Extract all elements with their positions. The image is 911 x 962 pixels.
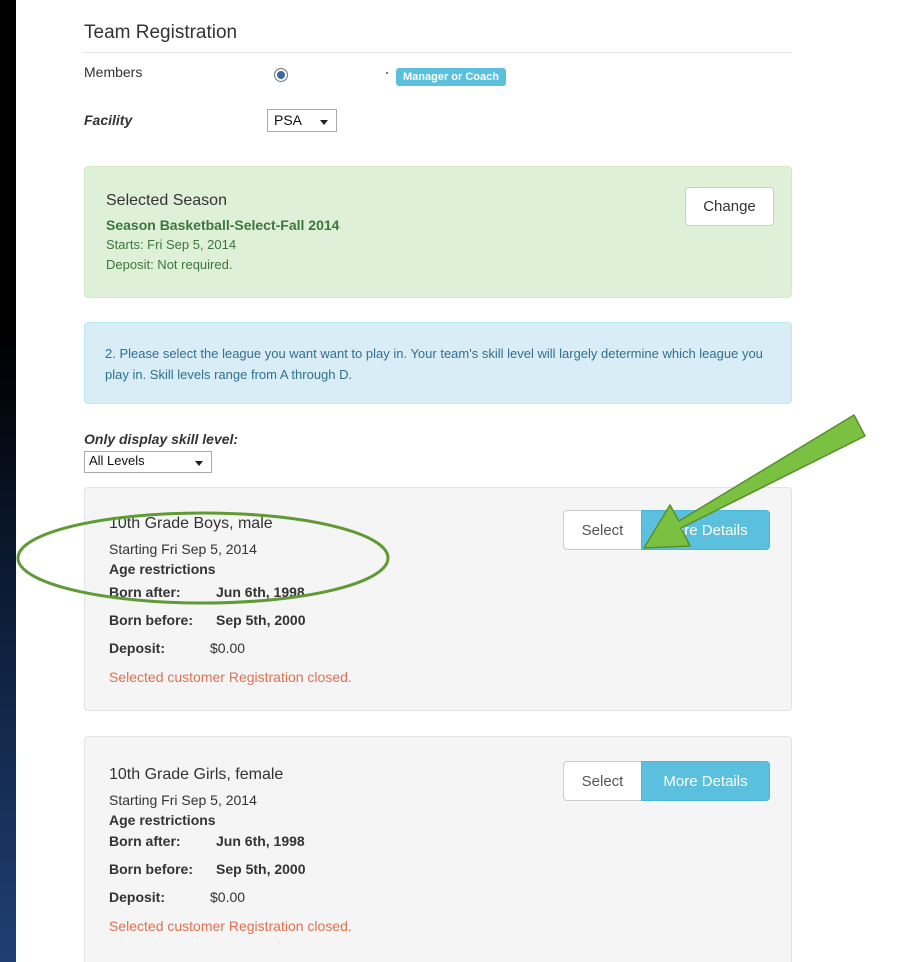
league-start-date: Starting Fri Sep 5, 2014 bbox=[109, 541, 257, 557]
league-start-date: Starting Fri Sep 5, 2014 bbox=[109, 792, 257, 808]
more-details-button[interactable]: More Details bbox=[641, 761, 770, 801]
chevron-down-icon bbox=[195, 461, 203, 466]
season-start-date: Starts: Fri Sep 5, 2014 bbox=[106, 237, 237, 252]
league-name: 10th Grade Girls, female bbox=[109, 766, 284, 783]
page-title: Team Registration bbox=[84, 22, 792, 53]
born-after-label: Born after: bbox=[109, 833, 181, 849]
born-before-value: Sep 5th, 2000 bbox=[216, 861, 306, 877]
dark-side-border bbox=[0, 0, 16, 962]
skill-level-select-value: All Levels bbox=[89, 453, 145, 468]
facility-select-value: PSA bbox=[274, 112, 303, 128]
separator-dot bbox=[386, 72, 388, 74]
season-deposit: Deposit: Not required. bbox=[106, 257, 233, 272]
league-card: 10th Grade Boys, male Starting Fri Sep 5… bbox=[84, 487, 792, 711]
role-badge: Manager or Coach bbox=[396, 68, 506, 86]
born-before-value: Sep 5th, 2000 bbox=[216, 612, 306, 628]
select-league-button[interactable]: Select bbox=[563, 510, 641, 550]
league-card: 10th Grade Girls, female Starting Fri Se… bbox=[84, 736, 792, 962]
born-before-label: Born before: bbox=[109, 612, 193, 628]
facility-select[interactable]: PSA bbox=[267, 109, 337, 132]
deposit-label: Deposit: bbox=[109, 889, 165, 905]
instructions-text: 2. Please select the league you want wan… bbox=[105, 346, 763, 382]
registration-page: Team Registration Members Manager or Coa… bbox=[16, 0, 911, 962]
league-name: 10th Grade Boys, male bbox=[109, 515, 273, 532]
deposit-label: Deposit: bbox=[109, 640, 165, 656]
members-radio[interactable] bbox=[274, 68, 288, 82]
registration-status: Selected customer Registration closed. bbox=[109, 669, 352, 685]
select-league-button[interactable]: Select bbox=[563, 761, 641, 801]
deposit-value: $0.00 bbox=[210, 640, 246, 656]
age-restrictions-heading: Age restrictions bbox=[109, 561, 216, 577]
instructions-panel: 2. Please select the league you want wan… bbox=[84, 322, 792, 404]
registration-status: Selected customer Registration closed. bbox=[109, 918, 352, 934]
chevron-down-icon bbox=[320, 119, 328, 125]
change-season-button[interactable]: Change bbox=[685, 187, 774, 226]
born-after-value: Jun 6th, 1998 bbox=[216, 833, 305, 849]
born-after-value: Jun 6th, 1998 bbox=[216, 584, 305, 600]
skill-level-select[interactable]: All Levels bbox=[84, 451, 212, 473]
born-before-label: Born before: bbox=[109, 861, 193, 877]
selected-season-heading: Selected Season bbox=[106, 192, 227, 209]
more-details-button[interactable]: More Details bbox=[641, 510, 770, 550]
facility-label: Facility bbox=[84, 112, 133, 128]
skill-filter-label: Only display skill level: bbox=[84, 431, 239, 447]
deposit-value: $0.00 bbox=[210, 889, 246, 905]
members-label: Members bbox=[84, 64, 143, 80]
age-restrictions-heading: Age restrictions bbox=[109, 812, 216, 828]
selected-season-panel: Selected Season Season Basketball-Select… bbox=[84, 166, 792, 298]
season-name: Season Basketball-Select-Fall 2014 bbox=[106, 217, 340, 233]
born-after-label: Born after: bbox=[109, 584, 181, 600]
